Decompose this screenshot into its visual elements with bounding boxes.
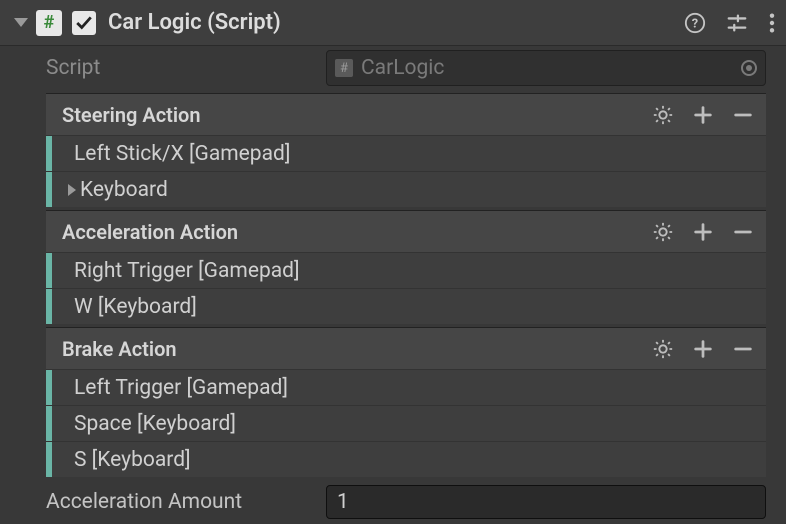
remove-binding-icon[interactable] [732, 344, 754, 354]
binding-label: S [Keyboard] [74, 448, 191, 472]
gear-icon[interactable] [652, 104, 674, 126]
binding-label: Right Trigger [Gamepad] [74, 259, 300, 283]
check-icon [75, 14, 93, 32]
csharp-icon: # [335, 59, 353, 77]
action-name: Steering Action [62, 103, 652, 127]
action-header[interactable]: Brake Action [46, 327, 766, 369]
add-binding-icon[interactable] [692, 221, 714, 243]
binding-row[interactable]: Keyboard [46, 171, 766, 207]
binding-label: W [Keyboard] [74, 295, 197, 319]
acceleration-amount-value: 1 [337, 490, 349, 514]
presets-icon[interactable] [726, 12, 748, 34]
gear-icon[interactable] [652, 221, 674, 243]
binding-label: Keyboard [80, 178, 168, 202]
remove-binding-icon[interactable] [732, 110, 754, 120]
binding-marker [46, 136, 52, 171]
help-icon[interactable]: ? [684, 12, 706, 34]
binding-marker [46, 253, 52, 288]
enable-checkbox[interactable] [72, 11, 96, 35]
script-object-field[interactable]: # CarLogic [326, 50, 766, 86]
binding-marker [46, 172, 52, 207]
kebab-menu-icon[interactable] [768, 12, 776, 34]
binding-marker [46, 442, 52, 477]
binding-row[interactable]: Left Trigger [Gamepad] [46, 369, 766, 405]
binding-row[interactable]: Space [Keyboard] [46, 405, 766, 441]
remove-binding-icon[interactable] [732, 227, 754, 237]
add-binding-icon[interactable] [692, 338, 714, 360]
binding-marker [46, 289, 52, 324]
chevron-right-icon[interactable] [68, 184, 76, 196]
script-icon: # [36, 10, 62, 36]
add-binding-icon[interactable] [692, 104, 714, 126]
acceleration-amount-label: Acceleration Amount [46, 490, 326, 514]
component-panel: # Car Logic (Script) ? Script # CarLogic… [0, 0, 786, 524]
action-name: Brake Action [62, 337, 652, 361]
binding-label: Left Stick/X [Gamepad] [74, 142, 290, 166]
binding-row[interactable]: W [Keyboard] [46, 288, 766, 324]
binding-label: Space [Keyboard] [74, 412, 236, 436]
action-header[interactable]: Steering Action [46, 93, 766, 135]
binding-row[interactable]: Left Stick/X [Gamepad] [46, 135, 766, 171]
action-name: Acceleration Action [62, 220, 652, 244]
object-picker-icon[interactable] [741, 60, 757, 76]
foldout-icon[interactable] [14, 18, 28, 27]
script-label: Script [46, 56, 326, 80]
input-action-group: Steering Action Left Stick/X [Gamepad] Key… [46, 93, 766, 207]
svg-text:?: ? [692, 16, 698, 31]
binding-label: Left Trigger [Gamepad] [74, 376, 288, 400]
script-value: CarLogic [361, 56, 444, 80]
input-action-group: Brake Action Left Trigger [Gamepad] Space … [46, 327, 766, 477]
component-header[interactable]: # Car Logic (Script) ? [0, 0, 786, 46]
acceleration-amount-field[interactable]: 1 [326, 485, 766, 519]
input-action-group: Acceleration Action Right Trigger [Gamepa… [46, 210, 766, 324]
component-title: Car Logic (Script) [108, 10, 684, 35]
gear-icon[interactable] [652, 338, 674, 360]
binding-marker [46, 406, 52, 441]
binding-row[interactable]: S [Keyboard] [46, 441, 766, 477]
binding-marker [46, 370, 52, 405]
action-header[interactable]: Acceleration Action [46, 210, 766, 252]
acceleration-amount-row: Acceleration Amount 1 [0, 480, 786, 524]
script-row: Script # CarLogic [0, 46, 786, 90]
binding-row[interactable]: Right Trigger [Gamepad] [46, 252, 766, 288]
